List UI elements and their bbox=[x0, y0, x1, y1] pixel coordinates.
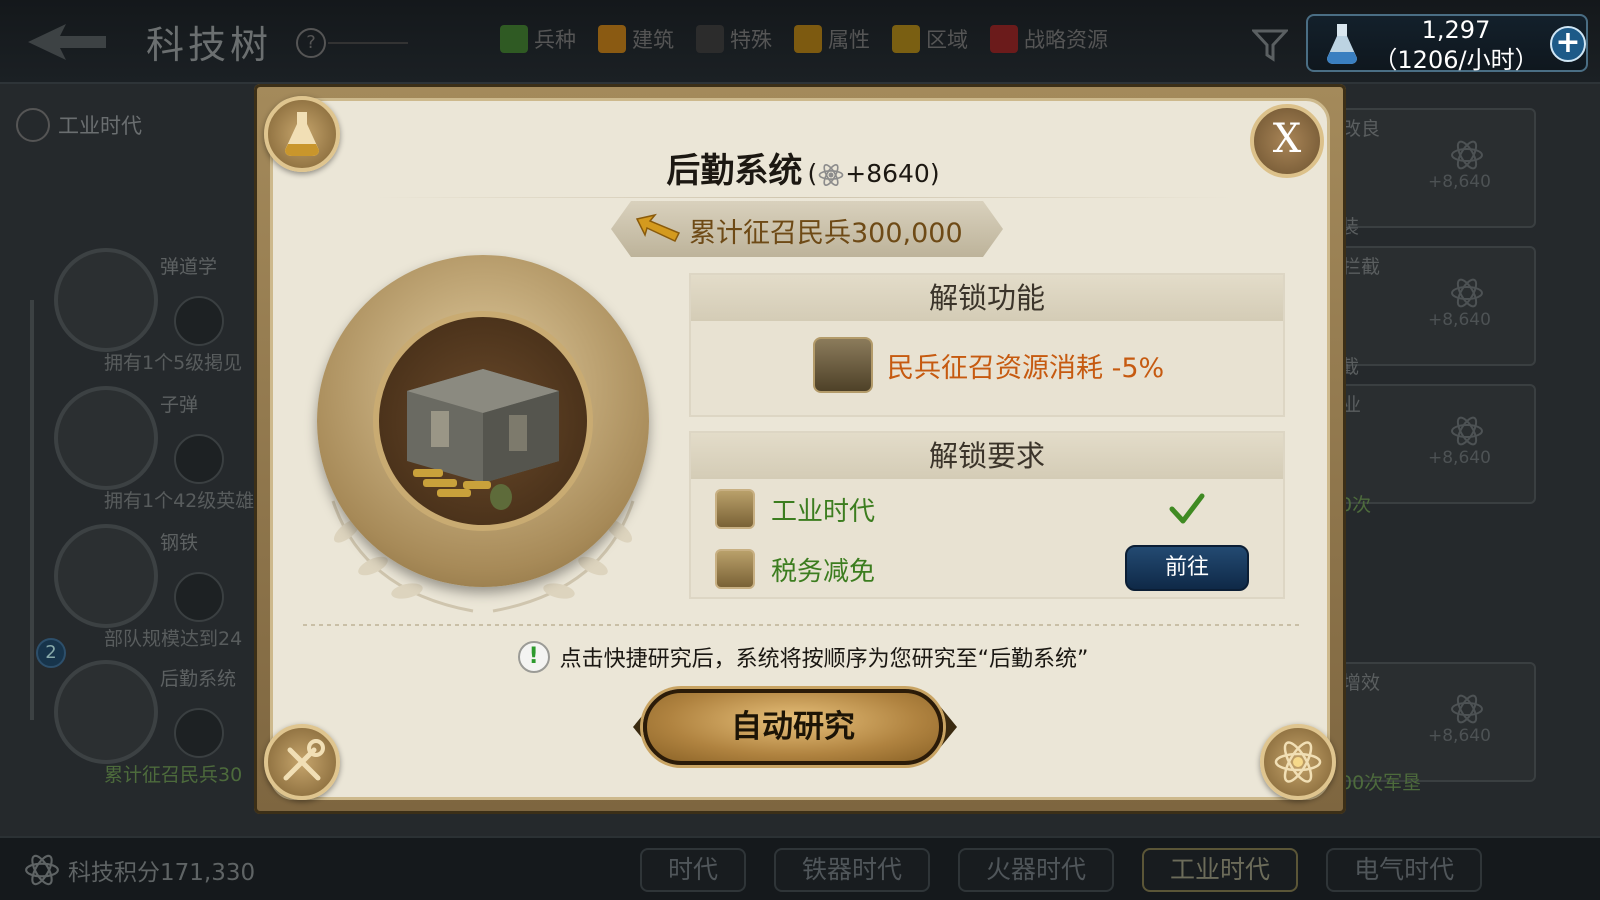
atom-icon bbox=[25, 854, 59, 886]
flask-icon bbox=[1327, 24, 1357, 64]
node-level-badge: 2 bbox=[36, 638, 66, 668]
help-icon[interactable]: ? bbox=[296, 28, 326, 58]
title-divider bbox=[373, 197, 1233, 198]
close-button[interactable]: X bbox=[1250, 104, 1324, 178]
tech-card-industry[interactable]: 业 +8,640 bbox=[1330, 384, 1536, 504]
gears-icon bbox=[715, 489, 755, 529]
back-arrow-icon[interactable] bbox=[26, 22, 108, 62]
filter-tab-special[interactable]: 特殊 bbox=[696, 24, 772, 54]
requirement-industrial-era: 工业时代 bbox=[715, 489, 875, 529]
era-tabs: 时代 铁器时代 火器时代 工业时代 电气时代 bbox=[640, 848, 1483, 892]
supply-crate-icon bbox=[54, 660, 158, 764]
atom-icon bbox=[1451, 416, 1483, 446]
cannonballs-icon bbox=[54, 248, 158, 352]
tax-icon bbox=[715, 549, 755, 589]
add-resource-plus-icon[interactable]: + bbox=[1550, 26, 1586, 62]
checkmark-icon bbox=[1169, 493, 1205, 524]
building-category-icon bbox=[598, 25, 626, 53]
filter-tab-strategic-resource[interactable]: 战略资源 bbox=[990, 24, 1108, 54]
era-tab-iron[interactable]: 铁器时代 bbox=[774, 848, 931, 892]
unlock-function-section: 解锁功能 民兵征召资源消耗 -5% bbox=[689, 273, 1285, 417]
region-category-icon bbox=[892, 25, 920, 53]
militia-portrait-icon bbox=[813, 337, 873, 393]
ammo-crate-icon bbox=[407, 369, 559, 510]
effect-text: 民兵征召资源消耗 -5% bbox=[887, 352, 1165, 384]
bullets-icon bbox=[54, 386, 158, 490]
atom-icon bbox=[818, 163, 844, 187]
unlock-condition-banner: 累计征召民兵300,000 bbox=[611, 201, 1003, 257]
unlock-condition-text: 累计征召民兵300,000 bbox=[689, 218, 963, 249]
era-section-label: 工业时代 bbox=[16, 108, 142, 142]
tools-corner-icon bbox=[264, 724, 340, 800]
quick-research-tip: ! 点击快捷研究后，系统将按顺序为您研究至“后勤系统” bbox=[273, 641, 1327, 673]
arrow-icon bbox=[635, 213, 681, 242]
era-tab-firearm[interactable]: 火器时代 bbox=[958, 848, 1115, 892]
filter-tab-region[interactable]: 区域 bbox=[892, 24, 968, 54]
dashed-divider bbox=[303, 624, 1303, 626]
auto-research-button[interactable]: 自动研究 bbox=[643, 689, 943, 765]
tech-medal bbox=[303, 251, 663, 621]
requirement-tax-relief: 税务减免 bbox=[715, 549, 875, 589]
tech-card-boost[interactable]: 增效 +8,640 bbox=[1330, 662, 1536, 782]
attribute-category-icon bbox=[794, 25, 822, 53]
tech-bonus: (+8640) bbox=[807, 159, 940, 188]
filter-tab-building[interactable]: 建筑 bbox=[598, 24, 674, 54]
top-bar: 科技树 ? 兵种 建筑 特殊 属性 区域 战略资源 1,297 （1206/小时… bbox=[0, 0, 1600, 84]
tech-card-improve[interactable]: 改良 +8,640 bbox=[1330, 108, 1536, 228]
tank-unit-icon bbox=[174, 572, 224, 622]
science-points: 科技积分171,330 bbox=[24, 852, 255, 888]
divider bbox=[328, 42, 408, 44]
science-resource-box: 1,297 （1206/小时） + bbox=[1306, 14, 1588, 74]
tech-card-intercept[interactable]: 拦截 +8,640 bbox=[1330, 246, 1536, 366]
unlock-function-title: 解锁功能 bbox=[691, 275, 1283, 321]
atom-corner-icon bbox=[1260, 724, 1336, 800]
tree-connector bbox=[30, 300, 34, 720]
filter-funnel-icon[interactable] bbox=[1252, 28, 1288, 62]
special-category-icon bbox=[696, 25, 724, 53]
gear-icon bbox=[16, 108, 50, 142]
atom-icon bbox=[1451, 278, 1483, 308]
unlock-effect: 民兵征召资源消耗 -5% bbox=[813, 337, 1164, 393]
science-rate: （1206/小时） bbox=[1373, 46, 1539, 74]
tech-name: 后勤系统 bbox=[666, 151, 803, 191]
rifle-unit-icon bbox=[174, 434, 224, 484]
era-tab-previous[interactable]: 时代 bbox=[640, 848, 747, 892]
atom-icon bbox=[1451, 694, 1483, 724]
medal-center bbox=[373, 311, 593, 531]
card-fragment-text: 00次军垦 bbox=[1340, 772, 1422, 794]
page-title: 科技树 bbox=[146, 23, 273, 67]
flask-corner-icon bbox=[264, 96, 340, 172]
era-tab-industrial[interactable]: 工业时代 bbox=[1142, 848, 1299, 892]
tech-title: 后勤系统 (+8640) bbox=[273, 143, 1327, 192]
strategic-resource-category-icon bbox=[990, 25, 1018, 53]
filter-tab-unit[interactable]: 兵种 bbox=[500, 24, 576, 54]
filter-tab-attribute[interactable]: 属性 bbox=[794, 24, 870, 54]
bottom-bar: 科技积分171,330 时代 铁器时代 火器时代 工业时代 电气时代 bbox=[0, 836, 1600, 900]
info-exclamation-icon: ! bbox=[517, 641, 550, 673]
era-tab-electric[interactable]: 电气时代 bbox=[1326, 848, 1483, 892]
category-filter-tabs: 兵种 建筑 特殊 属性 区域 战略资源 bbox=[500, 24, 1108, 54]
unlock-requirements-title: 解锁要求 bbox=[691, 433, 1283, 479]
steel-ingot-icon bbox=[54, 524, 158, 628]
atom-icon bbox=[1451, 140, 1483, 170]
soldier-unit-icon bbox=[174, 708, 224, 758]
goto-button[interactable]: 前往 bbox=[1125, 545, 1249, 591]
unit-category-icon bbox=[500, 25, 528, 53]
unlock-requirements-section: 解锁要求 工业时代 税务减免 前往 bbox=[689, 431, 1285, 599]
modal-panel: 后勤系统 (+8640) 累计征召民兵300,000 解锁功能 民兵征召资源消耗… bbox=[270, 98, 1330, 800]
artillery-unit-icon bbox=[174, 296, 224, 346]
tech-detail-modal: 后勤系统 (+8640) 累计征召民兵300,000 解锁功能 民兵征召资源消耗… bbox=[254, 84, 1346, 814]
